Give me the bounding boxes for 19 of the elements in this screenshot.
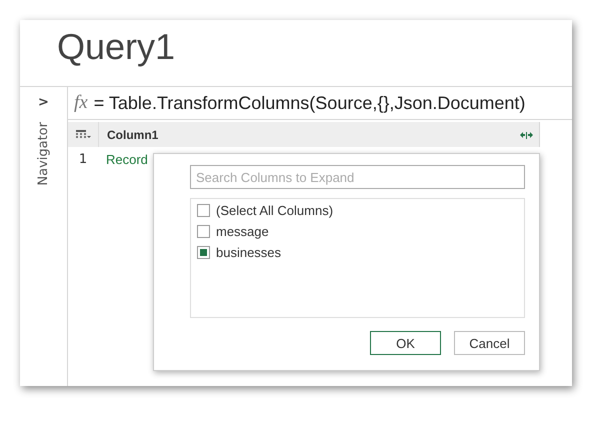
checkbox[interactable]: [197, 246, 210, 259]
formula-text[interactable]: = Table.TransformColumns(Source,{},Json.Document): [94, 92, 526, 114]
navigator-label: Navigator: [36, 122, 51, 186]
column-option[interactable]: businesses: [216, 245, 282, 260]
search-field[interactable]: Search Columns to Expand: [190, 165, 525, 189]
expand-arrows-icon[interactable]: [520, 130, 533, 138]
table-cell[interactable]: Record: [98, 152, 148, 166]
column-header[interactable]: Column1: [107, 128, 520, 142]
fx-label: fx: [74, 92, 88, 114]
checkbox[interactable]: [197, 204, 210, 217]
expand-navigator-button[interactable]: >: [38, 95, 49, 110]
table-menu-icon[interactable]: [76, 130, 90, 139]
checkbox[interactable]: [197, 225, 210, 238]
ok-button[interactable]: OK: [370, 331, 441, 355]
cancel-button[interactable]: Cancel: [454, 331, 525, 355]
column-option[interactable]: message: [216, 224, 269, 239]
row-number: 1: [78, 152, 88, 166]
column-option[interactable]: (Select All Columns): [216, 203, 334, 218]
query-title: Query1: [56, 25, 176, 69]
